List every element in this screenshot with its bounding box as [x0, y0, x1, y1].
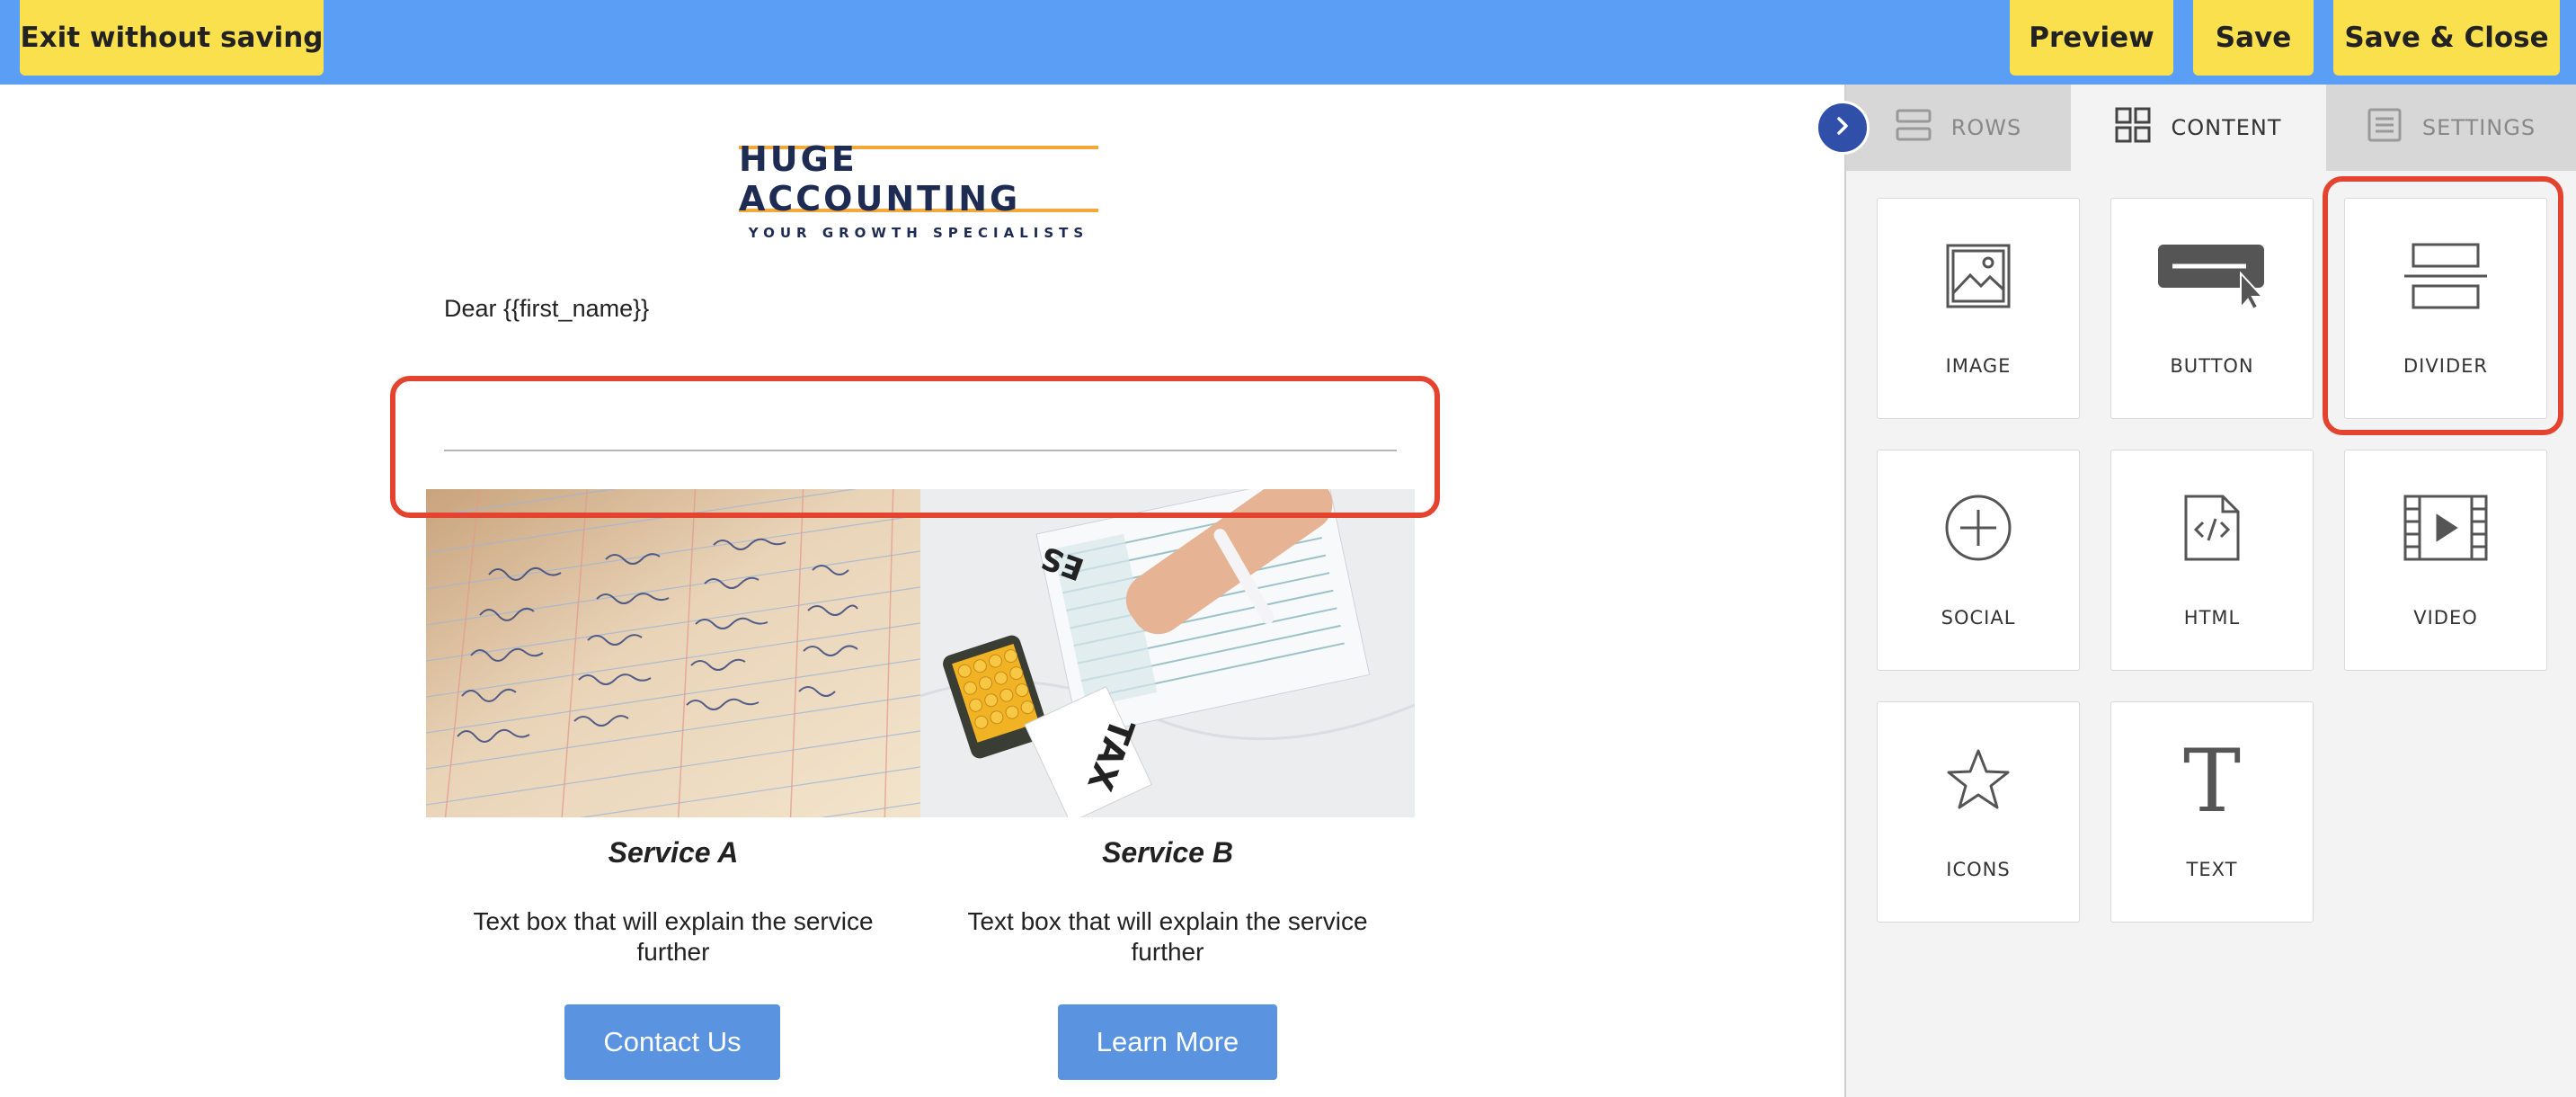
preview-button[interactable]: Preview [2010, 0, 2173, 76]
tile-video-label: VIDEO [2413, 607, 2478, 629]
button-icon [2156, 243, 2268, 314]
tile-divider[interactable]: DIVIDER [2344, 198, 2547, 419]
logo-subtitle: YOUR GROWTH SPECIALISTS [748, 225, 1089, 241]
video-icon [2403, 495, 2488, 566]
tax-image[interactable]: ES TAX [920, 489, 1415, 817]
chevron-right-icon [1834, 116, 1852, 140]
tab-content[interactable]: CONTENT [2071, 85, 2326, 171]
tab-content-label: CONTENT [2171, 115, 2282, 140]
tab-settings-label: SETTINGS [2421, 115, 2536, 140]
image-icon [1945, 243, 2012, 314]
tile-button[interactable]: BUTTON [2110, 198, 2314, 419]
tab-rows[interactable]: ROWS [1846, 85, 2071, 171]
tile-text[interactable]: T TEXT [2110, 701, 2314, 923]
contact-us-button[interactable]: Contact Us [564, 1004, 780, 1080]
panel-tabs: ROWS CONTENT SETTINGS [1846, 85, 2576, 171]
tile-image-label: IMAGE [1945, 355, 2012, 377]
tile-text-label: TEXT [2186, 859, 2238, 880]
content-panel: ROWS CONTENT SETTINGS IMAGE BUTTON DIVID… [1844, 85, 2576, 1097]
grid-icon [2115, 107, 2151, 148]
logo-title: HUGE ACCOUNTING [739, 139, 1098, 219]
ledger-image[interactable] [426, 489, 920, 817]
html-icon [2183, 494, 2241, 566]
service-b-title[interactable]: Service B [920, 836, 1415, 870]
service-b-text[interactable]: Text box that will explain the service f… [943, 906, 1392, 968]
tile-image[interactable]: IMAGE [1877, 198, 2080, 419]
tile-social-label: SOCIAL [1941, 607, 2016, 629]
tile-video[interactable]: VIDEO [2344, 450, 2547, 671]
settings-icon [2367, 107, 2403, 148]
rows-icon [1896, 107, 1932, 148]
learn-more-button[interactable]: Learn More [1058, 1004, 1277, 1080]
save-button[interactable]: Save [2193, 0, 2314, 76]
tab-settings[interactable]: SETTINGS [2326, 85, 2576, 171]
exit-without-saving-button[interactable]: Exit without saving [20, 0, 324, 76]
tile-icons-label: ICONS [1946, 859, 2011, 880]
social-icon [1944, 494, 2012, 566]
greeting-text[interactable]: Dear {{first_name}} [444, 295, 649, 323]
divider-icon [2403, 243, 2489, 314]
tile-icons[interactable]: ICONS [1877, 701, 2080, 923]
text-icon: T [2182, 731, 2242, 832]
top-toolbar: Exit without saving Preview Save Save & … [0, 0, 2576, 85]
tile-divider-label: DIVIDER [2403, 355, 2488, 377]
service-a-text[interactable]: Text box that will explain the service f… [449, 906, 898, 968]
tile-button-label: BUTTON [2170, 355, 2254, 377]
tab-rows-label: ROWS [1950, 115, 2022, 140]
tile-html-label: HTML [2183, 607, 2241, 629]
tile-html[interactable]: HTML [2110, 450, 2314, 671]
service-a-title[interactable]: Service A [426, 836, 920, 870]
save-and-close-button[interactable]: Save & Close [2333, 0, 2560, 76]
star-icon [1946, 748, 2011, 816]
tile-social[interactable]: SOCIAL [1877, 450, 2080, 671]
email-divider[interactable] [444, 450, 1397, 451]
collapse-panel-button[interactable] [1816, 101, 1870, 155]
